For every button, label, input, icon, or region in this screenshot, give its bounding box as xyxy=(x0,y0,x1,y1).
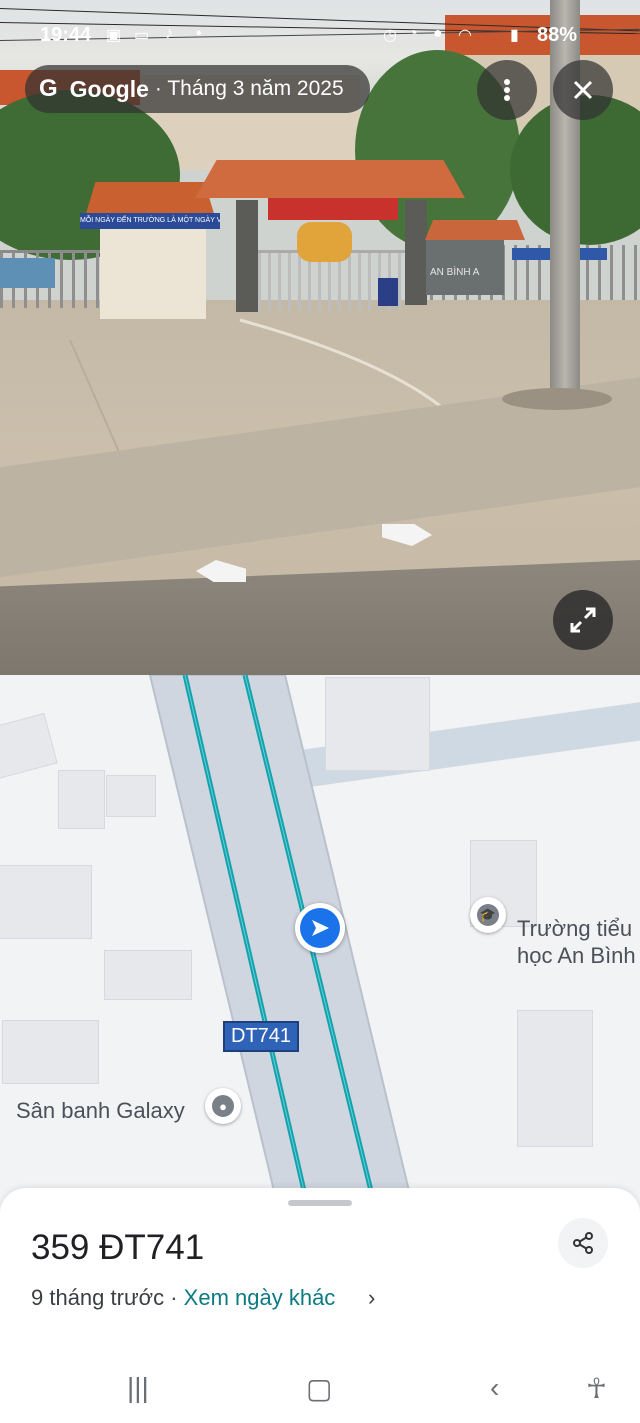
more-options-button[interactable] xyxy=(477,60,537,120)
home-icon[interactable]: ▢ xyxy=(306,1372,332,1405)
signal-icon: ▮ xyxy=(510,27,519,44)
accessibility-icon[interactable]: ☥ xyxy=(586,1372,607,1405)
fence-poster xyxy=(0,258,55,288)
alarm-icon: ◷ xyxy=(383,27,397,44)
wall-roof xyxy=(425,220,525,240)
brand-label: Google xyxy=(69,75,149,102)
gate-roof xyxy=(195,160,465,198)
wifi-icon: ◠ xyxy=(458,27,472,44)
current-position[interactable] xyxy=(295,903,345,953)
chevron-right-icon[interactable]: › xyxy=(368,1285,375,1311)
booth-banner: MỖI NGÀY ĐẾN TRƯỜNG LÀ MỘT NGÀY VUI xyxy=(80,213,220,229)
gate-sign xyxy=(268,198,398,220)
google-g-icon: G xyxy=(39,75,58,102)
zalo-icon: ▭ xyxy=(134,27,150,44)
street-view-photo[interactable]: MỖI NGÀY ĐẾN TRƯỜNG LÀ MỘT NGÀY VUI AN B… xyxy=(0,0,640,675)
map-view[interactable]: DT741 🎓 Trường tiểu học An Bình ● Sân ba… xyxy=(0,675,640,1195)
expand-button[interactable] xyxy=(553,590,613,650)
dot-icon: • xyxy=(196,25,202,42)
sheet-drag-handle[interactable] xyxy=(288,1200,352,1206)
heart-decoration xyxy=(297,222,352,262)
system-nav-bar: ||| ▢ ‹ ☥ xyxy=(0,1360,640,1423)
battery-level: 88% xyxy=(537,24,578,46)
school-name-wall: AN BÌNH A xyxy=(426,240,504,295)
clock-icon: ◔ xyxy=(408,25,418,42)
place-school-label[interactable]: Trường tiểu học An Bình xyxy=(517,915,640,969)
more-vert-icon xyxy=(504,79,510,101)
gallery-icon: ▣ xyxy=(106,27,122,44)
gate-pillar-right xyxy=(405,200,427,305)
booth-roof xyxy=(85,182,215,217)
school-icon: 🎓 xyxy=(477,904,499,926)
status-bar: 19:44 ▣ ▭ ♪ • ◷ ◔ ● ◠ ▮ 88% xyxy=(0,0,640,70)
expand-icon xyxy=(570,607,596,633)
recent-apps-icon[interactable]: ||| xyxy=(127,1372,149,1404)
place-school-marker[interactable]: 🎓 xyxy=(470,897,506,933)
navigation-arrow-icon xyxy=(312,920,329,936)
gate-pillar-left xyxy=(236,200,258,312)
share-button[interactable] xyxy=(558,1218,608,1268)
streetview-info-chip[interactable]: G Google · Tháng 3 năm 2025 xyxy=(25,65,370,113)
address-title: 359 ĐT741 xyxy=(31,1228,205,1267)
share-icon xyxy=(573,1232,593,1254)
tiktok-icon: ♪ xyxy=(165,25,173,42)
pin-icon: ● xyxy=(212,1095,234,1117)
place-galaxy-marker[interactable]: ● xyxy=(205,1088,241,1124)
captured-ago: 9 tháng trước · xyxy=(31,1285,178,1310)
booth-banner-text: MỖI NGÀY ĐẾN TRƯỜNG LÀ MỘT NGÀY VUI xyxy=(80,217,220,224)
status-time: 19:44 xyxy=(40,24,92,46)
school-name-sign: AN BÌNH A xyxy=(430,267,480,278)
capture-date: · Tháng 3 năm 2025 xyxy=(154,77,344,100)
capture-info: 9 tháng trước · Xem ngày khác xyxy=(31,1285,335,1311)
other-dates-link[interactable]: Xem ngày khác xyxy=(184,1285,336,1310)
back-icon[interactable]: ‹ xyxy=(490,1372,499,1404)
road-shield[interactable]: DT741 xyxy=(223,1021,300,1052)
close-icon xyxy=(573,80,593,100)
pole-base xyxy=(502,388,612,410)
place-galaxy-label[interactable]: Sân banh Galaxy xyxy=(16,1097,185,1124)
location-icon: ● xyxy=(433,25,443,42)
close-button[interactable] xyxy=(553,60,613,120)
